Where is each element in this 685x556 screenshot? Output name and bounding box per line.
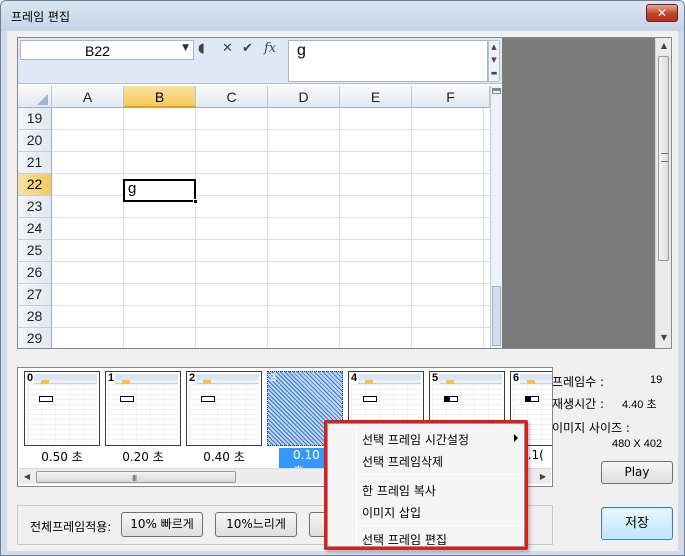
column-header: A bbox=[52, 86, 124, 108]
frame-preview: B22 ▼ ◖ ✕ ✔ fx g ▲ ▼ ▬ A B C D E F 19 20… bbox=[17, 37, 672, 349]
slower-button[interactable]: 10%느리게 bbox=[215, 512, 297, 537]
menu-item-delete-frame[interactable]: 선택 프레임삭제 bbox=[362, 453, 443, 470]
active-cell-value: g bbox=[128, 180, 137, 197]
split-icon bbox=[492, 88, 501, 94]
select-all-corner bbox=[18, 86, 52, 108]
frame-time[interactable]: 0.50 초 bbox=[24, 448, 100, 465]
context-menu: 선택 프레임 시간설정 선택 프레임삭제 한 프레임 복사 이미지 삽입 선택 … bbox=[324, 420, 528, 550]
faster-button[interactable]: 10% 빠르게 bbox=[121, 512, 203, 537]
preview-vertical-scrollbar[interactable]: ▲ ▼ bbox=[655, 38, 671, 348]
row-header: 26 bbox=[18, 262, 52, 284]
filmstrip-scroll-thumb[interactable]: III bbox=[36, 471, 236, 483]
frame-index: 0 bbox=[26, 372, 35, 384]
row-header: 28 bbox=[18, 306, 52, 328]
frame-index: 3 bbox=[270, 372, 277, 384]
image-size-value: 480 X 402 bbox=[612, 438, 663, 450]
close-button[interactable]: ✕ bbox=[646, 4, 678, 22]
cancel-icon: ✕ bbox=[222, 41, 233, 56]
active-cell: g bbox=[123, 179, 196, 202]
scroll-down-icon[interactable]: ▼ bbox=[656, 330, 671, 346]
row-header: 21 bbox=[18, 152, 52, 174]
scroll-left-icon[interactable]: ◀ bbox=[19, 469, 35, 485]
row-header: 24 bbox=[18, 218, 52, 240]
arrow-down-icon: ▼ bbox=[491, 56, 497, 64]
excel-formula-bar: B22 ▼ ◖ ✕ ✔ fx g ▲ ▼ ▬ bbox=[18, 38, 502, 84]
formula-value: g bbox=[297, 42, 306, 59]
scroll-up-icon[interactable]: ▲ bbox=[656, 38, 671, 54]
frame-count-label: 프레임수 : bbox=[552, 375, 605, 389]
frame-index: 5 bbox=[431, 372, 440, 384]
context-menu-body: 선택 프레임 시간설정 선택 프레임삭제 한 프레임 복사 이미지 삽입 선택 … bbox=[327, 423, 525, 547]
row-header: 27 bbox=[18, 284, 52, 306]
frame-edit-window: 프레임 편집 ✕ B22 ▼ ◖ ✕ ✔ fx g ▲ ▼ ▬ A B C D … bbox=[0, 0, 685, 556]
frame-thumbnail[interactable]: 2 bbox=[186, 371, 262, 446]
frame-index: 4 bbox=[350, 372, 359, 384]
play-button[interactable]: Play bbox=[601, 461, 673, 484]
preview-background bbox=[502, 38, 655, 348]
frame-index: 1 bbox=[107, 372, 116, 384]
row-header-active: 22 bbox=[18, 174, 52, 196]
formula-scroll: ▲ ▼ ▬ bbox=[488, 40, 500, 82]
sheet-scroll-thumb bbox=[492, 286, 501, 346]
column-header: E bbox=[340, 86, 412, 108]
image-size-label: 이미지 사이즈 : bbox=[552, 421, 630, 435]
scroll-right-icon[interactable]: ▶ bbox=[535, 469, 551, 485]
column-header: F bbox=[412, 86, 490, 108]
frame-time[interactable]: 0.20 초 bbox=[105, 448, 181, 465]
submenu-arrow-icon bbox=[514, 434, 518, 442]
sheet-scrollbar bbox=[490, 86, 502, 348]
row-header: 19 bbox=[18, 108, 52, 130]
window-title: 프레임 편집 bbox=[11, 10, 71, 24]
arrow-up-icon: ▲ bbox=[491, 43, 497, 51]
column-header: C bbox=[196, 86, 268, 108]
frame-index: 2 bbox=[188, 372, 197, 384]
row-header: 25 bbox=[18, 240, 52, 262]
play-time-value: 4.40 초 bbox=[622, 399, 657, 411]
frame-count-value: 19 bbox=[650, 374, 663, 386]
frame-index: 6 bbox=[512, 372, 521, 384]
ellipse-icon: ◖ bbox=[198, 41, 205, 56]
apply-all-label: 전체프레임적용: bbox=[30, 520, 112, 534]
row-header: 29 bbox=[18, 328, 52, 348]
menu-item-copy-frame[interactable]: 한 프레임 복사 bbox=[362, 482, 436, 499]
check-icon: ✔ bbox=[242, 41, 253, 56]
dialog-client-area: B22 ▼ ◖ ✕ ✔ fx g ▲ ▼ ▬ A B C D E F 19 20… bbox=[7, 31, 678, 551]
row-header: 20 bbox=[18, 130, 52, 152]
frame-thumbnail[interactable]: 1 bbox=[105, 371, 181, 446]
title-bar[interactable]: 프레임 편집 ✕ bbox=[1, 1, 684, 31]
menu-item-set-time[interactable]: 선택 프레임 시간설정 bbox=[362, 431, 469, 448]
frame-time[interactable]: 0.40 초 bbox=[186, 448, 262, 465]
play-time-label: 재생시간 : bbox=[552, 397, 605, 411]
row-header: 23 bbox=[18, 196, 52, 218]
frame-thumbnail[interactable]: 0 bbox=[24, 371, 100, 446]
formula-input: g bbox=[288, 40, 488, 82]
column-header: D bbox=[268, 86, 340, 108]
fx-icon: fx bbox=[264, 41, 277, 56]
menu-item-insert-image[interactable]: 이미지 삽입 bbox=[362, 504, 421, 521]
chevron-down-icon: ▼ bbox=[182, 43, 189, 53]
expand-icon: ▬ bbox=[490, 69, 498, 77]
name-box: B22 ▼ bbox=[20, 40, 194, 60]
save-button[interactable]: 저장 bbox=[601, 507, 673, 540]
preview-scroll-thumb[interactable] bbox=[658, 56, 669, 261]
name-box-value: B22 bbox=[85, 43, 110, 59]
fill-handle bbox=[193, 199, 198, 204]
column-header-row: A B C D E F bbox=[18, 86, 502, 108]
scroll-grip: III bbox=[132, 474, 137, 483]
menu-item-edit-frame[interactable]: 선택 프레임 편집 bbox=[362, 531, 447, 548]
column-header-active: B bbox=[124, 86, 196, 108]
